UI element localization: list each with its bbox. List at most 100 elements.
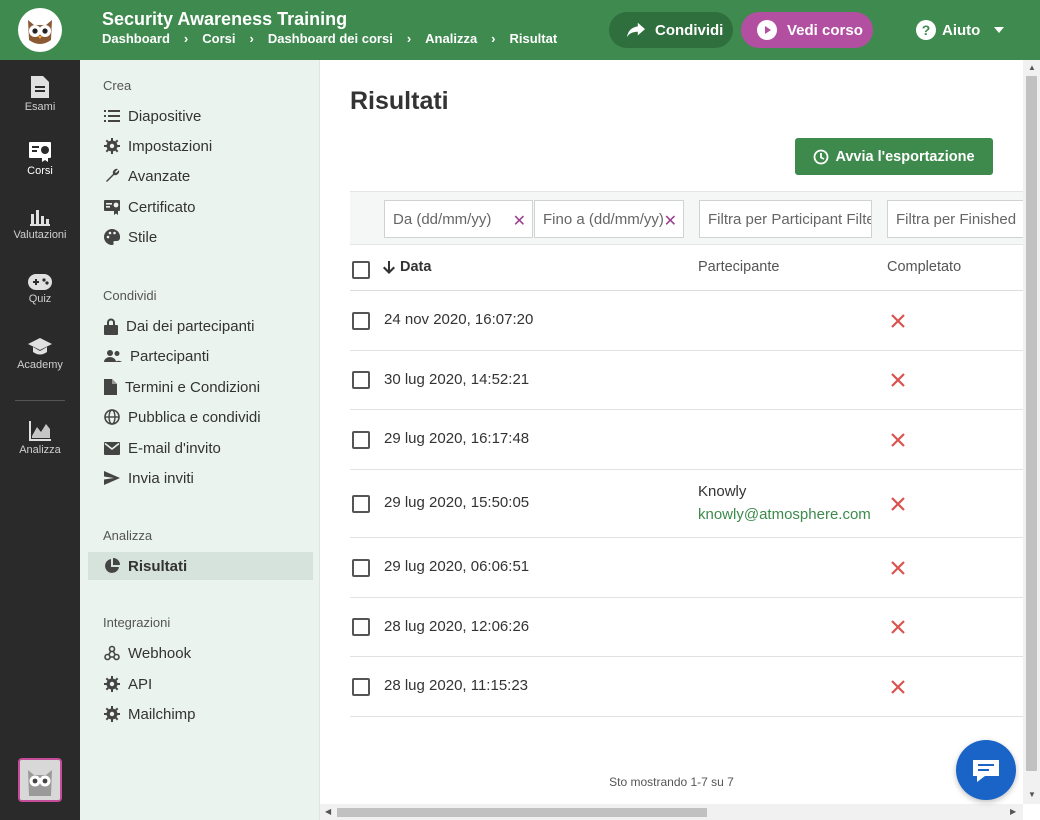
horizontal-scrollbar[interactable]: ◀ ▶ — [320, 804, 1023, 820]
clock-icon — [814, 149, 829, 164]
app-title: Security Awareness Training — [102, 9, 348, 29]
rail-item-esami[interactable]: Esami — [0, 66, 80, 122]
sidebar-item-label: API — [128, 675, 153, 693]
row-checkbox[interactable] — [352, 371, 370, 389]
start-export-button[interactable]: Avvia l'esportazione — [795, 138, 993, 175]
owl-avatar-icon — [20, 760, 60, 800]
owl-logo[interactable] — [0, 0, 80, 60]
svg-text:?: ? — [922, 22, 931, 38]
share-button[interactable]: Condividi — [609, 12, 733, 48]
breadcrumb-course-dashboard[interactable]: Dashboard dei corsi — [268, 31, 393, 46]
scroll-right-icon[interactable]: ▶ — [1010, 807, 1016, 816]
arrow-down-icon — [383, 260, 395, 274]
clear-icon[interactable]: ✕ — [664, 211, 677, 231]
table-row[interactable]: 24 nov 2020, 16:07:20 — [350, 291, 1023, 351]
breadcrumb-corsi[interactable]: Corsi — [202, 31, 235, 46]
table-row[interactable]: 29 lug 2020, 06:06:51 — [350, 538, 1023, 598]
user-avatar[interactable] — [18, 758, 62, 802]
date-from-filter[interactable]: Da (dd/mm/yy) ✕ — [384, 200, 533, 238]
row-checkbox[interactable] — [352, 618, 370, 636]
row-date: 28 lug 2020, 12:06:26 — [384, 618, 530, 635]
row-checkbox[interactable] — [352, 312, 370, 330]
chevron-right-icon: › — [491, 31, 496, 46]
table-row[interactable]: 29 lug 2020, 15:50:05 Knowly knowly@atmo… — [350, 470, 1023, 538]
participant-email[interactable]: knowly@atmosphere.com — [698, 506, 871, 523]
column-header-completed[interactable]: Completato — [887, 259, 961, 275]
sidebar-item-diapositive[interactable]: Diapositive — [88, 102, 313, 130]
rail-item-academy[interactable]: Academy — [0, 326, 80, 382]
sidebar-item-partecipanti[interactable]: Partecipanti — [88, 342, 313, 370]
help-icon: ? — [916, 20, 936, 40]
finished-filter[interactable]: Filtra per Finished — [887, 200, 1023, 238]
horizontal-scroll-thumb[interactable] — [337, 808, 707, 817]
sidebar-item-stile[interactable]: Stile — [88, 223, 313, 251]
help-menu[interactable]: ? Aiuto — [916, 12, 1016, 48]
send-icon — [104, 471, 120, 485]
chat-bubble-icon — [973, 760, 999, 782]
not-completed-icon — [891, 373, 905, 387]
finished-filter-placeholder: Filtra per Finished — [896, 210, 1017, 228]
certificate-icon — [104, 199, 120, 215]
view-course-button[interactable]: Vedi corso — [741, 12, 873, 48]
sidebar-item-publish[interactable]: Pubblica e condividi — [88, 403, 313, 431]
sidebar-item-avanzate[interactable]: Avanzate — [88, 162, 313, 190]
rail-item-quiz[interactable]: Quiz — [0, 261, 80, 317]
row-checkbox[interactable] — [352, 495, 370, 513]
vertical-scrollbar[interactable]: ▲ ▼ — [1023, 60, 1040, 804]
rail-item-corsi[interactable]: Corsi — [0, 131, 80, 187]
sidebar-item-participant-data[interactable]: Dai dei partecipanti — [88, 312, 313, 340]
sidebar-item-impostazioni[interactable]: Impostazioni — [88, 132, 313, 160]
mail-icon — [104, 441, 120, 455]
sidebar-item-mailchimp[interactable]: Mailchimp — [88, 700, 313, 728]
scroll-up-icon[interactable]: ▲ — [1028, 63, 1036, 72]
participant-filter-placeholder: Filtra per Participant Filter — [708, 210, 872, 228]
gear-icon — [104, 676, 120, 692]
sidebar-item-terms[interactable]: Termini e Condizioni — [88, 373, 313, 401]
people-icon — [104, 350, 122, 362]
graduation-cap-icon — [28, 337, 52, 354]
column-header-date[interactable]: Data — [383, 259, 431, 275]
column-header-participant[interactable]: Partecipante — [698, 259, 779, 275]
sidebar-item-certificato[interactable]: Certificato — [88, 193, 313, 221]
sidebar-item-send-invites[interactable]: Invia inviti — [88, 464, 313, 492]
scroll-left-icon[interactable]: ◀ — [325, 807, 331, 816]
rail-divider — [15, 400, 65, 401]
not-completed-icon — [891, 680, 905, 694]
select-all-checkbox[interactable] — [352, 261, 370, 279]
row-checkbox[interactable] — [352, 431, 370, 449]
view-course-label: Vedi corso — [787, 21, 863, 39]
table-row[interactable]: 28 lug 2020, 11:15:23 — [350, 657, 1023, 717]
date-to-filter[interactable]: Fino a (dd/mm/yy) ✕ — [534, 200, 684, 238]
sidebar-section-title: Analizza — [103, 528, 153, 543]
table-row[interactable]: 30 lug 2020, 14:52:21 — [350, 351, 1023, 410]
vertical-scroll-thumb[interactable] — [1026, 76, 1037, 771]
course-sidebar: Crea Diapositive Impostazioni Avanzate C… — [80, 60, 320, 820]
breadcrumb-analizza[interactable]: Analizza — [425, 31, 477, 46]
breadcrumb: Dashboard › Corsi › Dashboard dei corsi … — [102, 31, 557, 46]
row-checkbox[interactable] — [352, 559, 370, 577]
sidebar-item-label: Certificato — [128, 198, 196, 216]
table-row[interactable]: 29 lug 2020, 16:17:48 — [350, 410, 1023, 470]
row-date: 24 nov 2020, 16:07:20 — [384, 311, 534, 328]
sidebar-item-invite-email[interactable]: E-mail d'invito — [88, 434, 313, 462]
not-completed-icon — [891, 433, 905, 447]
sidebar-item-api[interactable]: API — [88, 670, 313, 698]
rail-item-analizza[interactable]: Analizza — [0, 410, 80, 466]
sidebar-item-label: Invia inviti — [128, 469, 194, 487]
sidebar-item-risultati[interactable]: Risultati — [88, 552, 313, 580]
share-button-label: Condividi — [655, 21, 724, 39]
course-icon — [29, 141, 51, 162]
clear-icon[interactable]: ✕ — [513, 211, 526, 231]
date-from-placeholder: Da (dd/mm/yy) — [393, 210, 492, 228]
participant-filter[interactable]: Filtra per Participant Filter — [699, 200, 872, 238]
not-completed-icon — [891, 561, 905, 575]
table-row[interactable]: 28 lug 2020, 12:06:26 — [350, 598, 1023, 657]
sidebar-item-label: Risultati — [128, 557, 188, 575]
breadcrumb-dashboard[interactable]: Dashboard — [102, 31, 170, 46]
sidebar-item-webhook[interactable]: Webhook — [88, 639, 313, 667]
chat-launcher-button[interactable] — [956, 740, 1016, 800]
rail-item-valutazioni[interactable]: Valutazioni — [0, 196, 80, 252]
scroll-down-icon[interactable]: ▼ — [1028, 790, 1036, 799]
results-panel: Risultati Avvia l'esportazione Da (dd/mm… — [320, 60, 1023, 804]
row-checkbox[interactable] — [352, 678, 370, 696]
